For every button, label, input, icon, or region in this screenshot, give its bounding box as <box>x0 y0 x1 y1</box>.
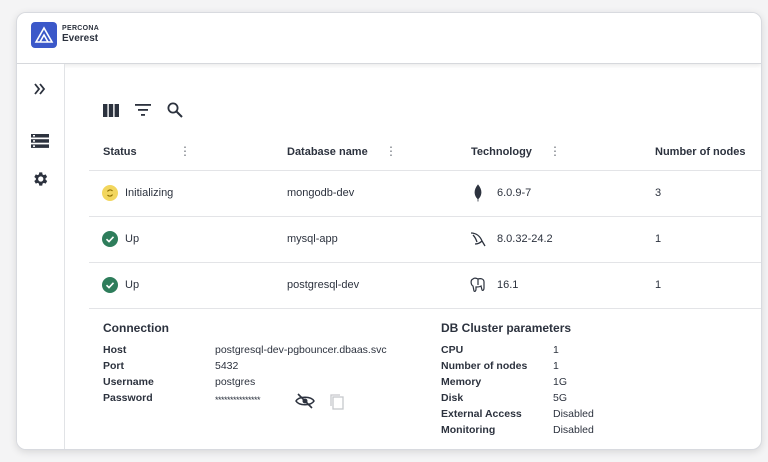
chevron-double-right-icon <box>34 83 46 95</box>
search-button[interactable] <box>165 100 185 120</box>
param-value: 5G <box>553 392 568 404</box>
header-status[interactable]: Status <box>103 146 137 158</box>
status-column-menu-icon[interactable]: ⋮ <box>179 144 191 158</box>
table-row[interactable]: Initializing mongodb-dev 6.0.9-7 3 <box>89 171 761 217</box>
app-window: PERCONA Everest Status ⋮ Database name ⋮… <box>16 12 762 450</box>
database-name: mysql-app <box>287 233 338 245</box>
param-label: Memory <box>441 376 482 388</box>
param-value: Disabled <box>553 424 594 436</box>
filter-button[interactable] <box>133 100 153 120</box>
search-icon <box>167 102 183 118</box>
gear-icon <box>34 172 48 186</box>
mongodb-icon <box>469 184 487 202</box>
param-value: 1 <box>553 360 559 372</box>
host-value: postgresql-dev-pgbouncer.dbaas.svc <box>215 344 387 356</box>
number-of-nodes: 3 <box>655 187 662 199</box>
expand-sidebar-button[interactable] <box>27 78 53 100</box>
status-text: Up <box>125 279 140 291</box>
sidebar <box>17 64 65 449</box>
database-name: postgresql-dev <box>287 279 360 291</box>
param-label: Disk <box>441 392 464 404</box>
port-label: Port <box>103 360 124 372</box>
technology-version: 16.1 <box>497 279 519 291</box>
technology-column-menu-icon[interactable]: ⋮ <box>549 144 561 158</box>
filter-list-icon <box>135 104 151 116</box>
status-text: Initializing <box>125 187 174 199</box>
port-value: 5432 <box>215 360 239 372</box>
param-value: 1 <box>553 344 559 356</box>
database-list-icon <box>31 134 49 148</box>
username-value: postgres <box>215 376 256 388</box>
number-of-nodes: 1 <box>655 279 662 291</box>
brand-company: PERCONA <box>62 25 100 32</box>
number-of-nodes: 1 <box>655 233 662 245</box>
up-status-icon <box>102 231 118 247</box>
eye-off-icon <box>295 393 315 409</box>
param-label: External Access <box>441 408 522 420</box>
password-value: *************** <box>215 395 261 405</box>
postgresql-icon <box>469 276 487 294</box>
copy-password-button[interactable] <box>329 393 345 411</box>
brand-product: Everest <box>62 33 99 44</box>
table-header: Status ⋮ Database name ⋮ Technology ⋮ Nu… <box>89 134 761 171</box>
param-value: Disabled <box>553 408 594 420</box>
settings-nav-button[interactable] <box>27 168 53 190</box>
copy-icon <box>330 394 344 410</box>
param-label: CPU <box>441 344 464 356</box>
technology-version: 6.0.9-7 <box>497 187 532 199</box>
status-text: Up <box>125 233 140 245</box>
technology-version: 8.0.32-24.2 <box>497 233 553 245</box>
database-name: mongodb-dev <box>287 187 355 199</box>
table-row[interactable]: Up postgresql-dev 16.1 1 <box>89 263 761 309</box>
main-content: Status ⋮ Database name ⋮ Technology ⋮ Nu… <box>65 64 761 449</box>
connection-title: Connection <box>103 321 169 335</box>
param-label: Monitoring <box>441 424 496 436</box>
view-column-icon <box>103 103 119 117</box>
host-label: Host <box>103 344 127 356</box>
mysql-icon <box>469 230 487 248</box>
percona-logo[interactable] <box>31 22 57 48</box>
columns-button[interactable] <box>101 100 121 120</box>
toggle-password-visibility-button[interactable] <box>295 393 315 409</box>
databases-nav-button[interactable] <box>27 130 53 152</box>
username-label: Username <box>103 376 154 388</box>
password-label: Password <box>103 392 153 404</box>
header-number-of-nodes[interactable]: Number of nodes <box>655 146 745 158</box>
name-column-menu-icon[interactable]: ⋮ <box>385 144 397 158</box>
table-row[interactable]: Up mysql-app 8.0.32-24.2 1 <box>89 217 761 263</box>
header-technology[interactable]: Technology <box>471 146 532 158</box>
param-value: 1G <box>553 376 568 388</box>
up-status-icon <box>102 277 118 293</box>
initializing-status-icon <box>102 185 118 201</box>
top-bar: PERCONA Everest <box>17 13 761 64</box>
db-cluster-parameters-title: DB Cluster parameters <box>441 321 572 335</box>
header-database-name[interactable]: Database name <box>287 146 368 158</box>
param-label: Number of nodes <box>441 360 528 372</box>
